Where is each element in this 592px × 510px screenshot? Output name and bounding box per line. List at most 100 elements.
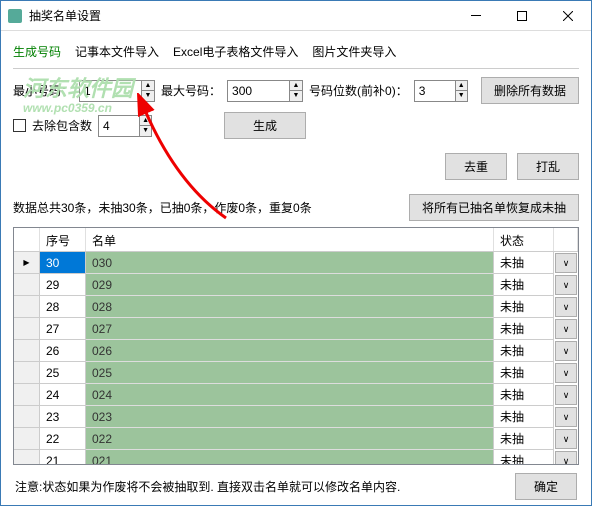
summary-text: 数据总共30条，未抽30条，已抽0条，作废0条，重复0条: [13, 199, 312, 216]
generate-button[interactable]: 生成: [224, 112, 306, 139]
table-body[interactable]: 30030未抽∨29029未抽∨28028未抽∨27027未抽∨26026未抽∨…: [14, 252, 578, 464]
table-row[interactable]: 26026未抽∨: [14, 340, 578, 362]
min-down-icon[interactable]: ▼: [142, 91, 154, 101]
table-row[interactable]: 21021未抽∨: [14, 450, 578, 464]
table-row[interactable]: 24024未抽∨: [14, 384, 578, 406]
status-dropdown-icon[interactable]: ∨: [555, 407, 577, 427]
cell-name[interactable]: 027: [86, 318, 494, 340]
status-dropdown-icon[interactable]: ∨: [555, 429, 577, 449]
exclude-label: 去除包含数: [32, 117, 92, 134]
header-name[interactable]: 名单: [86, 228, 494, 251]
max-input[interactable]: [228, 84, 289, 98]
cell-seq[interactable]: 28: [40, 296, 86, 318]
cell-seq[interactable]: 23: [40, 406, 86, 428]
close-button[interactable]: [545, 1, 591, 31]
row-marker: [14, 450, 40, 464]
row-marker: [14, 406, 40, 428]
cell-status[interactable]: 未抽: [494, 384, 554, 406]
status-dropdown-icon[interactable]: ∨: [555, 385, 577, 405]
cell-status[interactable]: 未抽: [494, 428, 554, 450]
max-up-icon[interactable]: ▲: [290, 81, 302, 91]
cell-name[interactable]: 029: [86, 274, 494, 296]
exclude-checkbox[interactable]: [13, 119, 26, 132]
status-dropdown-icon[interactable]: ∨: [555, 253, 577, 273]
cell-status[interactable]: 未抽: [494, 450, 554, 464]
cell-name[interactable]: 026: [86, 340, 494, 362]
cell-name[interactable]: 022: [86, 428, 494, 450]
tab-excel[interactable]: Excel电子表格文件导入: [173, 43, 298, 60]
cell-seq[interactable]: 22: [40, 428, 86, 450]
tab-notepad[interactable]: 记事本文件导入: [75, 43, 159, 60]
restore-button[interactable]: 将所有已抽名单恢复成未抽: [409, 194, 579, 221]
row-marker: [14, 362, 40, 384]
table-row[interactable]: 22022未抽∨: [14, 428, 578, 450]
import-tabs: 生成号码 记事本文件导入 Excel电子表格文件导入 图片文件夹导入: [13, 39, 579, 69]
cell-seq[interactable]: 29: [40, 274, 86, 296]
table-header: 序号 名单 状态: [14, 228, 578, 252]
digits-down-icon[interactable]: ▼: [456, 91, 467, 101]
status-dropdown-icon[interactable]: ∨: [555, 363, 577, 383]
delete-all-button[interactable]: 删除所有数据: [481, 77, 579, 104]
table-row[interactable]: 27027未抽∨: [14, 318, 578, 340]
status-dropdown-icon[interactable]: ∨: [555, 319, 577, 339]
cell-name[interactable]: 021: [86, 450, 494, 464]
table-row[interactable]: 23023未抽∨: [14, 406, 578, 428]
row-marker: [14, 318, 40, 340]
cell-seq[interactable]: 21: [40, 450, 86, 464]
row-marker: [14, 428, 40, 450]
status-dropdown-icon[interactable]: ∨: [555, 341, 577, 361]
status-dropdown-icon[interactable]: ∨: [555, 297, 577, 317]
cell-name[interactable]: 025: [86, 362, 494, 384]
cell-status[interactable]: 未抽: [494, 296, 554, 318]
cell-seq[interactable]: 30: [40, 252, 86, 274]
ok-button[interactable]: 确定: [515, 473, 577, 500]
max-spinner[interactable]: ▲▼: [227, 80, 303, 102]
maximize-button[interactable]: [499, 1, 545, 31]
min-spinner[interactable]: ▲▼: [79, 80, 155, 102]
cell-name[interactable]: 028: [86, 296, 494, 318]
table-row[interactable]: 25025未抽∨: [14, 362, 578, 384]
table-row[interactable]: 29029未抽∨: [14, 274, 578, 296]
min-up-icon[interactable]: ▲: [142, 81, 154, 91]
status-dropdown-icon[interactable]: ∨: [555, 275, 577, 295]
header-status[interactable]: 状态: [494, 228, 554, 251]
table-row[interactable]: 30030未抽∨: [14, 252, 578, 274]
status-dropdown-icon[interactable]: ∨: [555, 451, 577, 464]
cell-name[interactable]: 023: [86, 406, 494, 428]
cell-status[interactable]: 未抽: [494, 252, 554, 274]
header-seq[interactable]: 序号: [40, 228, 86, 251]
exclude-row: 去除包含数 ▲▼ 生成: [13, 112, 579, 139]
header-rowmark: [14, 228, 40, 251]
max-down-icon[interactable]: ▼: [290, 91, 302, 101]
cell-seq[interactable]: 25: [40, 362, 86, 384]
cell-status[interactable]: 未抽: [494, 274, 554, 296]
min-input[interactable]: [80, 84, 141, 98]
cell-status[interactable]: 未抽: [494, 318, 554, 340]
table-row[interactable]: 28028未抽∨: [14, 296, 578, 318]
dedupe-button[interactable]: 去重: [445, 153, 507, 180]
cell-seq[interactable]: 24: [40, 384, 86, 406]
app-icon: [7, 8, 23, 24]
digits-spinner[interactable]: ▲▼: [414, 80, 468, 102]
exclude-input[interactable]: [99, 119, 139, 133]
tab-image[interactable]: 图片文件夹导入: [312, 43, 396, 60]
exclude-down-icon[interactable]: ▼: [140, 126, 151, 136]
exclude-up-icon[interactable]: ▲: [140, 116, 151, 126]
cell-seq[interactable]: 26: [40, 340, 86, 362]
tab-generate[interactable]: 生成号码: [13, 43, 61, 60]
digits-input[interactable]: [415, 84, 455, 98]
min-label: 最小号码：: [13, 82, 73, 99]
minimize-button[interactable]: [453, 1, 499, 31]
cell-seq[interactable]: 27: [40, 318, 86, 340]
cell-status[interactable]: 未抽: [494, 362, 554, 384]
shuffle-button[interactable]: 打乱: [517, 153, 579, 180]
cell-status[interactable]: 未抽: [494, 406, 554, 428]
row-marker: [14, 384, 40, 406]
row-marker: [14, 340, 40, 362]
cell-name[interactable]: 030: [86, 252, 494, 274]
digits-label: 号码位数(前补0)：: [309, 82, 408, 99]
exclude-spinner[interactable]: ▲▼: [98, 115, 152, 137]
cell-status[interactable]: 未抽: [494, 340, 554, 362]
digits-up-icon[interactable]: ▲: [456, 81, 467, 91]
cell-name[interactable]: 024: [86, 384, 494, 406]
